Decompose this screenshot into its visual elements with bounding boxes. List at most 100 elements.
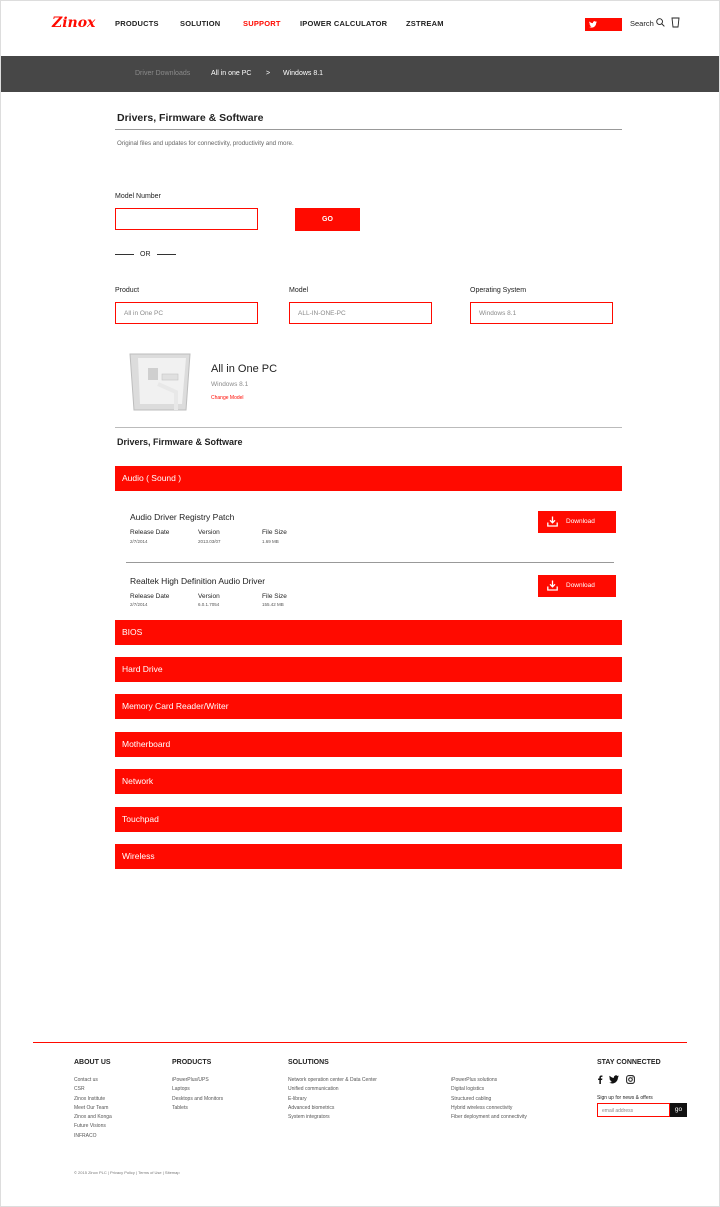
product-label: Product [115,287,140,294]
category-memory-card-reader[interactable]: Memory Card Reader/Writer [115,694,622,719]
download-label: Download [566,582,595,589]
release-date-value: 2/7/2014 [130,539,148,544]
file-size-value: 155.42 MB [262,602,284,607]
download-button[interactable]: Download [538,511,616,533]
category-wireless[interactable]: Wireless [115,844,622,869]
footer-link[interactable]: Network operation center & Data Center [288,1076,377,1085]
version-value: 2013.03/07 [198,539,221,544]
os-label: Operating System [470,287,527,294]
footer-link[interactable]: Meet Our Team [74,1104,112,1113]
model-label: Model [289,287,309,294]
footer-link[interactable]: Tablets [172,1104,223,1113]
all-in-one-pc-image [129,353,191,411]
or-label: OR [140,251,151,258]
footer-link[interactable]: Desktops and Monitors [172,1095,223,1104]
footer-stay-connected-title: STAY CONNECTED [597,1059,661,1066]
instagram-icon[interactable] [626,1075,635,1084]
footer-link[interactable]: System integrators [288,1113,377,1122]
footer-link[interactable]: iPowerPlus solutions [451,1076,527,1085]
nav-ipower-calculator[interactable]: IPOWER CALCULATOR [300,19,387,28]
footer-products-links: iPowerPlus/UPS Laptops Desktops and Moni… [172,1076,223,1113]
download-button[interactable]: Download [538,575,616,597]
or-divider-right [157,254,176,255]
copyright: © 2015 Zinox PLC | Privacy Policy | Term… [74,1170,180,1175]
footer-link[interactable]: Structured cabling [451,1095,527,1104]
search-icon[interactable] [656,18,665,27]
page-frame [0,0,720,1207]
footer-link[interactable]: Zinox Institute [74,1095,112,1104]
change-model-link[interactable]: Change Model [211,395,244,401]
driver-divider [126,562,614,563]
footer-link[interactable]: E-library [288,1095,377,1104]
download-icon [547,516,558,527]
footer-link[interactable]: Unified communication [288,1085,377,1094]
footer-divider [33,1042,687,1043]
file-size-header: File Size [262,529,287,536]
email-go-button[interactable]: go [670,1103,687,1117]
product-name: All in One PC [211,363,278,375]
footer-link[interactable]: Zinox and Konga [74,1113,112,1122]
category-audio[interactable]: Audio ( Sound ) [115,466,622,491]
footer-solutions-links: Network operation center & Data Center U… [288,1076,377,1122]
os-select[interactable]: Windows 8.1 [470,302,613,324]
cart-icon[interactable] [671,17,680,28]
nav-solution[interactable]: SOLUTION [180,19,220,28]
nav-support[interactable]: SUPPORT [243,19,281,28]
footer-about-links: Contact us CSR Zinox Institute Meet Our … [74,1076,112,1141]
footer-link[interactable]: Hybrid wireless connectivity [451,1104,527,1113]
footer-link[interactable]: INFRACO [74,1132,112,1141]
title-divider [115,129,622,130]
crumb-windows: Windows 8.1 [283,70,324,77]
model-number-input[interactable] [115,208,258,230]
version-header: Version [198,593,220,600]
category-hard-drive[interactable]: Hard Drive [115,657,622,682]
page-title: Drivers, Firmware & Software [117,112,264,124]
file-size-header: File Size [262,593,287,600]
product-select[interactable]: All in One PC [115,302,258,324]
model-select[interactable]: ALL-IN-ONE-PC [289,302,432,324]
category-network[interactable]: Network [115,769,622,794]
crumb-driver-downloads[interactable]: Driver Downloads [135,70,190,77]
nav-zstream[interactable]: ZSTREAM [406,19,444,28]
twitter-button[interactable] [585,18,622,31]
category-motherboard[interactable]: Motherboard [115,732,622,757]
model-number-label: Model Number [115,193,161,200]
file-size-value: 1.69 MB [262,539,279,544]
facebook-icon[interactable] [597,1075,603,1084]
category-touchpad[interactable]: Touchpad [115,807,622,832]
nav-products[interactable]: PRODUCTS [115,19,159,28]
footer-link[interactable]: CSR [74,1085,112,1094]
footer-solutions-title: SOLUTIONS [288,1059,329,1066]
footer-link[interactable]: Fiber deployment and connectivity [451,1113,527,1122]
footer-link[interactable]: Contact us [74,1076,112,1085]
footer-link[interactable]: Advanced biometrics [288,1104,377,1113]
download-icon [547,580,558,591]
footer-solutions-links-2: iPowerPlus solutions Digital logistics S… [451,1076,527,1122]
twitter-icon[interactable] [609,1075,619,1084]
product-os: Windows 8.1 [211,381,249,388]
search-label[interactable]: Search [630,19,654,28]
downloads-section-title: Drivers, Firmware & Software [117,437,243,447]
go-button[interactable]: GO [295,208,360,231]
footer-link[interactable]: iPowerPlus/UPS [172,1076,223,1085]
crumb-separator: > [266,70,271,77]
footer-about-title: ABOUT US [74,1059,111,1066]
version-header: Version [198,529,220,536]
footer-link[interactable]: Digital logistics [451,1085,527,1094]
twitter-icon [589,21,597,28]
footer-link[interactable]: Future Visions [74,1122,112,1131]
release-date-header: Release Date [130,593,170,600]
zinox-logo[interactable]: Zinox [52,15,95,31]
category-bios[interactable]: BIOS [115,620,622,645]
signup-label: Sign up for news & offers [597,1095,653,1101]
release-date-header: Release Date [130,529,170,536]
footer-products-title: PRODUCTS [172,1059,212,1066]
email-input[interactable]: email address [597,1103,670,1117]
download-label: Download [566,518,595,525]
breadcrumb: Driver Downloads All in one PC > Windows… [1,56,719,92]
release-date-value: 2/7/2014 [130,602,148,607]
section-divider [115,427,622,428]
footer-link[interactable]: Laptops [172,1085,223,1094]
or-divider-left [115,254,134,255]
crumb-all-in-one-pc[interactable]: All in one PC [211,70,251,77]
